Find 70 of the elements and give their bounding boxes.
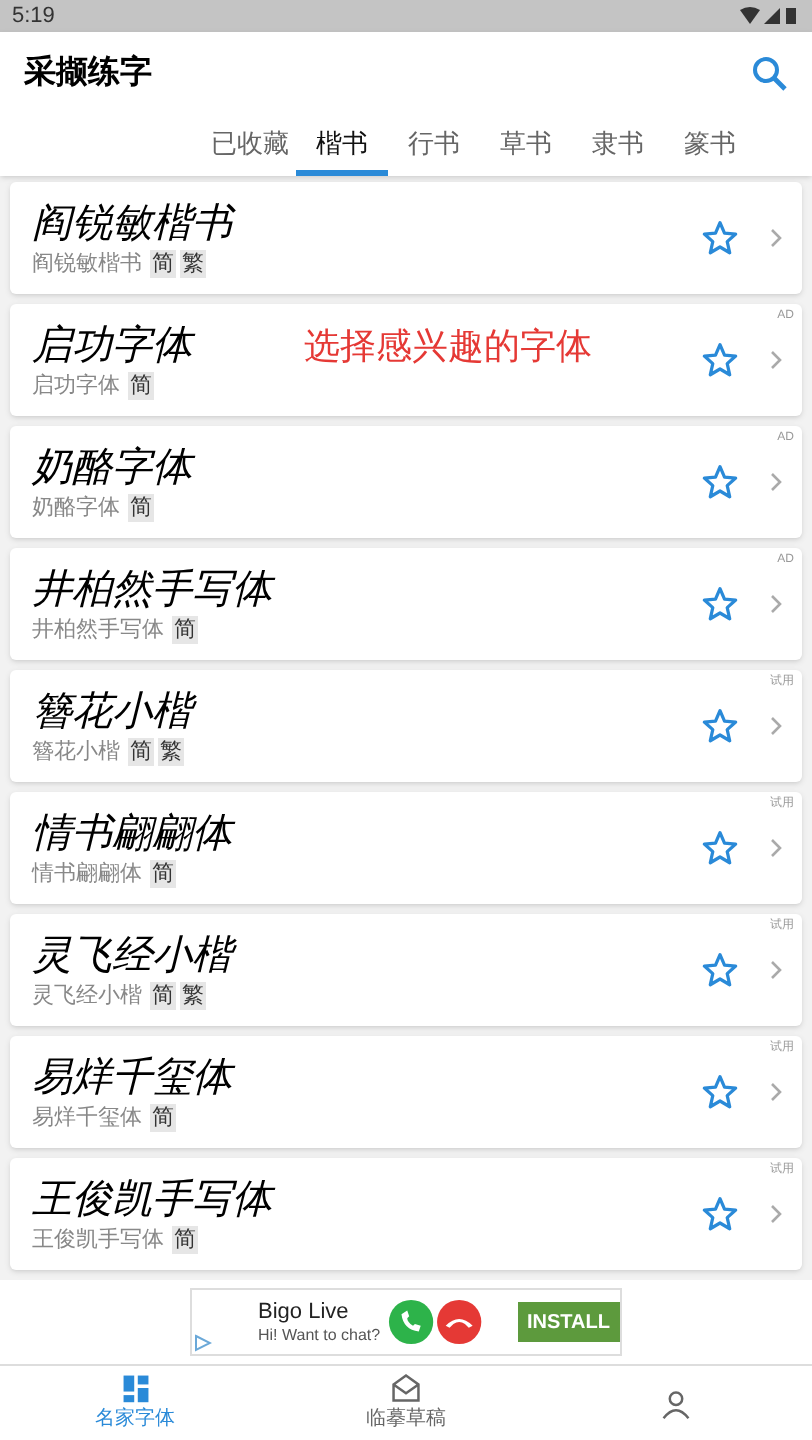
font-sample: 情书翩翩体 [32, 805, 232, 858]
script-tag: 简 [150, 250, 176, 278]
chevron-icon [770, 1204, 782, 1224]
font-sample: 王俊凯手写体 [32, 1171, 272, 1224]
script-tag: 繁 [180, 250, 206, 278]
star-icon[interactable] [702, 952, 738, 988]
font-name: 王俊凯手写体 [32, 1225, 164, 1256]
star-icon[interactable] [702, 464, 738, 500]
script-tag: 繁 [180, 982, 206, 1010]
star-icon[interactable] [702, 586, 738, 622]
script-tag: 简 [128, 372, 154, 400]
script-tag: 简 [128, 738, 154, 766]
category-tab[interactable]: 篆书 [664, 116, 756, 176]
star-icon[interactable] [702, 220, 738, 256]
font-card[interactable]: 阎锐敏楷书 阎锐敏楷书 简 繁 [10, 182, 802, 294]
chevron-icon [770, 228, 782, 248]
script-tag: 简 [150, 1104, 176, 1132]
nav-tab[interactable]: 临摹草稿 [270, 1366, 542, 1440]
annotation-text: 选择感兴趣的字体 [304, 324, 592, 370]
font-name: 情书翩翩体 [32, 859, 142, 890]
category-tab[interactable]: 行书 [388, 116, 480, 176]
script-tag: 简 [150, 982, 176, 1010]
font-sample: 灵飞经小楷 [32, 927, 232, 980]
star-icon[interactable] [702, 1074, 738, 1110]
font-name: 灵飞经小楷 [32, 981, 142, 1012]
person-icon [660, 1387, 693, 1419]
chevron-icon [770, 716, 782, 736]
star-icon[interactable] [702, 342, 738, 378]
font-sample: 井柏然手写体 [32, 561, 272, 614]
star-icon[interactable] [702, 830, 738, 866]
envelope-icon [389, 1372, 422, 1404]
status-icons [740, 6, 800, 26]
phone-icons [388, 1298, 486, 1346]
script-tag: 繁 [158, 738, 184, 766]
ad-title: Bigo Live [258, 1299, 351, 1325]
chevron-icon [770, 472, 782, 492]
star-icon[interactable] [702, 1196, 738, 1232]
ad-choices-icon[interactable] [194, 1334, 212, 1352]
category-tab[interactable]: 已收藏 [204, 116, 296, 176]
status-time: 5:19 [12, 1, 55, 32]
font-sample: 簪花小楷 [32, 683, 192, 736]
font-name: 阎锐敏楷书 [32, 249, 142, 280]
font-name: 易烊千玺体 [32, 1103, 142, 1134]
font-name: 奶酪字体 [32, 493, 120, 524]
font-name: 簪花小楷 [32, 737, 120, 768]
font-name: 井柏然手写体 [32, 615, 164, 646]
chevron-icon [770, 1082, 782, 1102]
script-tag: 简 [150, 860, 176, 888]
font-name: 启功字体 [32, 371, 120, 402]
script-tag: 简 [128, 494, 154, 522]
star-icon[interactable] [702, 708, 738, 744]
search-icon[interactable] [752, 56, 788, 92]
category-tab[interactable]: 楷书 [296, 116, 388, 176]
ad-subtitle: Hi! Want to chat? [258, 1325, 383, 1345]
category-tab[interactable]: 隶书 [572, 116, 664, 176]
ad-banner[interactable]: Bigo Live Hi! Want to chat? INSTALL [190, 1288, 622, 1356]
chevron-icon [770, 350, 782, 370]
font-sample: 易烊千玺体 [32, 1049, 232, 1102]
font-sample: 阎锐敏楷书 [32, 195, 232, 248]
grid-icon [119, 1372, 152, 1404]
category-tab[interactable]: 草书 [480, 116, 572, 176]
font-sample: 启功字体 [32, 317, 192, 370]
script-tag: 简 [172, 616, 198, 644]
script-tag: 简 [172, 1226, 198, 1254]
app-title: 采撷练字 [24, 52, 152, 94]
chevron-icon [770, 960, 782, 980]
chevron-icon [770, 594, 782, 614]
chevron-icon [770, 838, 782, 858]
nav-tab[interactable]: 名家字体 [0, 1366, 271, 1440]
font-sample: 奶酪字体 [32, 439, 192, 492]
